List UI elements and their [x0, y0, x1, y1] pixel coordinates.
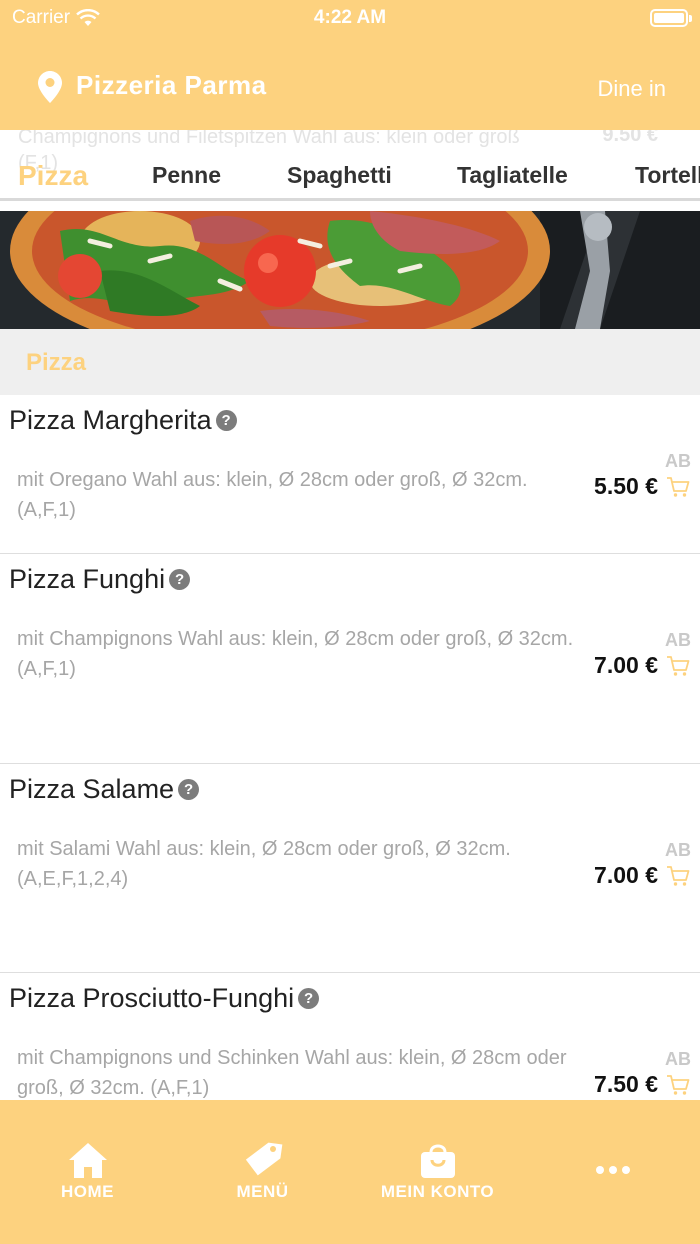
location-pin-icon[interactable] [38, 71, 62, 103]
price-from-label: AB [665, 840, 691, 860]
menu-item[interactable]: Pizza Prosciutto-Funghi ? mit Champignon… [0, 973, 700, 1100]
price-row[interactable]: 7.50 € [594, 1071, 690, 1098]
item-name-text: Pizza Funghi [9, 564, 166, 594]
price-from-label: AB [665, 1049, 691, 1069]
nav-home-label: HOME [61, 1182, 114, 1201]
item-name[interactable]: Pizza Salame ? [9, 774, 200, 805]
dine-in-toggle[interactable]: Dine in [598, 76, 666, 102]
info-icon[interactable]: ? [215, 410, 237, 431]
menu-item[interactable]: Pizza Salame ? mit Salami Wahl aus: klei… [0, 764, 700, 973]
pizza-banner-image [0, 211, 700, 329]
info-icon[interactable]: ? [178, 779, 200, 800]
item-name-text: Pizza Salame [9, 774, 175, 804]
cart-icon[interactable] [666, 1074, 690, 1096]
price-row[interactable]: 5.50 € [594, 473, 690, 500]
menu-item[interactable]: Pizza Margherita ? mit Oregano Wahl aus:… [0, 395, 700, 554]
item-price: 5.50 € [594, 473, 658, 499]
tab-pizza[interactable]: Pizza [18, 160, 88, 192]
item-price: 7.50 € [594, 1071, 658, 1097]
item-price: 7.00 € [594, 862, 658, 888]
nav-home[interactable]: HOME [0, 1140, 175, 1210]
price-row[interactable]: 7.00 € [594, 862, 690, 889]
menu-item[interactable]: Pizza Funghi ? mit Champignons Wahl aus:… [0, 554, 700, 764]
home-icon [68, 1143, 107, 1178]
status-bar: Carrier 4:22 AM [0, 0, 700, 36]
item-description: mit Oregano Wahl aus: klein, Ø 28cm oder… [17, 469, 528, 521]
cart-icon[interactable] [666, 865, 690, 887]
info-icon[interactable]: ? [169, 569, 191, 590]
item-name-text: Pizza Prosciutto-Funghi [9, 983, 295, 1013]
nav-menu[interactable]: MENÜ [175, 1140, 350, 1210]
restaurant-name[interactable]: Pizzeria Parma [76, 70, 267, 101]
item-description: mit Champignons und Schinken Wahl aus: k… [17, 1047, 567, 1099]
price-from-label: AB [665, 630, 691, 650]
status-time: 4:22 AM [313, 7, 387, 28]
item-description: mit Champignons Wahl aus: klein, Ø 28cm … [17, 628, 574, 680]
battery-icon [650, 9, 692, 27]
tab-spaghetti[interactable]: Spaghetti [287, 162, 392, 189]
menu-item-list: Pizza Margherita ? mit Oregano Wahl aus:… [0, 395, 700, 1100]
price-row[interactable]: 7.00 € [594, 652, 690, 679]
tag-icon [245, 1142, 282, 1176]
cart-icon[interactable] [666, 655, 690, 677]
section-title: Pizza [26, 349, 87, 376]
item-description: mit Salami Wahl aus: klein, Ø 28cm oder … [17, 838, 511, 890]
tab-tortelli[interactable]: Tortelli [635, 162, 700, 189]
nav-more[interactable] [525, 1140, 700, 1210]
bottom-navigation: HOME MENÜ MEIN KONTO [0, 1100, 700, 1244]
info-icon[interactable]: ? [298, 988, 320, 1009]
more-icon [595, 1166, 630, 1174]
section-header: Pizza [0, 329, 700, 395]
item-name-text: Pizza Margherita [9, 405, 212, 435]
item-price: 7.00 € [594, 652, 658, 678]
tab-tagliatelle[interactable]: Tagliatelle [457, 162, 568, 189]
app-header: Carrier 4:22 AM Pizzeria Parma Dine in [0, 0, 700, 130]
shopping-bag-icon [420, 1144, 455, 1178]
cart-icon[interactable] [666, 476, 690, 498]
tabs-divider [0, 198, 700, 201]
item-name[interactable]: Pizza Prosciutto-Funghi ? [9, 983, 320, 1014]
item-name[interactable]: Pizza Funghi ? [9, 564, 191, 595]
price-from-label: AB [665, 451, 691, 471]
nav-account-label: MEIN KONTO [380, 1182, 495, 1201]
item-name[interactable]: Pizza Margherita ? [9, 405, 237, 436]
nav-account[interactable]: MEIN KONTO [350, 1140, 525, 1210]
title-row: Pizzeria Parma Dine in [0, 60, 700, 112]
nav-menu-label: MENÜ [236, 1182, 289, 1201]
category-tabs: Pizza Penne Spaghetti Tagliatelle Tortel… [0, 152, 700, 204]
tab-penne[interactable]: Penne [152, 162, 221, 189]
